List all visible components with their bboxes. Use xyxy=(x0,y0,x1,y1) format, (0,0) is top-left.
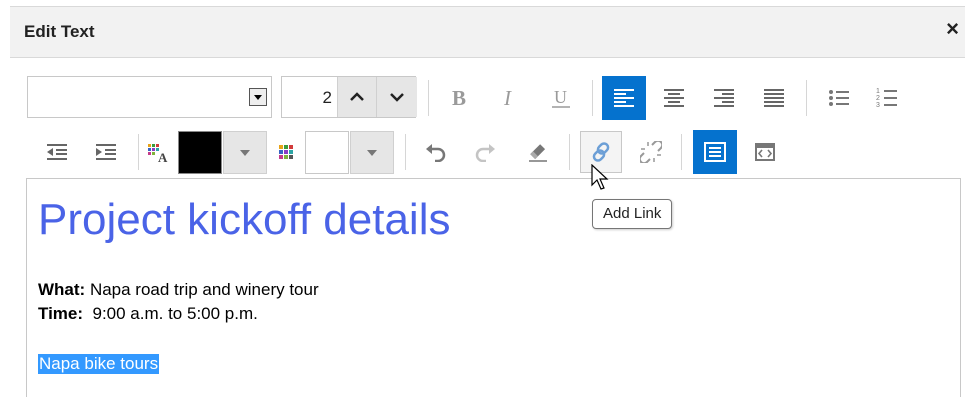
justify-button[interactable] xyxy=(753,77,795,119)
indent-icon xyxy=(96,144,116,160)
font-family-select[interactable] xyxy=(27,76,272,118)
dialog-titlebar: Edit Text × xyxy=(10,6,965,58)
dropdown-arrow-icon[interactable] xyxy=(249,88,267,106)
svg-text:3: 3 xyxy=(876,102,880,109)
numbered-list-button[interactable]: 123 xyxy=(866,77,908,119)
content-heading[interactable]: Project kickoff details xyxy=(38,195,450,245)
toolbar-divider xyxy=(405,134,406,170)
outdent-button[interactable] xyxy=(36,131,78,173)
font-color-dropdown[interactable] xyxy=(223,131,267,174)
svg-text:U: U xyxy=(554,87,567,107)
caret-down-icon xyxy=(367,150,377,156)
align-right-button[interactable] xyxy=(703,77,745,119)
bold-icon: B xyxy=(452,86,466,110)
redo-icon xyxy=(475,144,495,162)
link-icon xyxy=(592,142,610,162)
source-code-mode-button[interactable] xyxy=(744,131,786,173)
toolbar-divider xyxy=(806,80,807,116)
font-size-stepper[interactable]: 2 xyxy=(281,76,417,118)
font-color-swatch[interactable] xyxy=(178,131,222,174)
code-view-icon xyxy=(755,143,775,161)
underline-icon: U xyxy=(552,87,570,108)
undo-button[interactable] xyxy=(415,131,457,173)
unlink-icon xyxy=(640,141,662,163)
chevron-down-icon xyxy=(390,93,404,102)
eraser-icon xyxy=(529,144,547,162)
redo-button[interactable] xyxy=(464,131,506,173)
what-label: What: xyxy=(38,280,86,299)
toolbar-divider xyxy=(592,80,593,116)
svg-text:1: 1 xyxy=(876,88,880,95)
mouse-cursor-icon xyxy=(591,164,609,190)
bulleted-list-button[interactable] xyxy=(818,77,860,119)
clear-formatting-button[interactable] xyxy=(517,131,559,173)
indent-button[interactable] xyxy=(85,131,127,173)
font-color-icon: A xyxy=(148,144,168,163)
undo-icon xyxy=(426,144,446,162)
font-size-value[interactable]: 2 xyxy=(282,88,332,108)
toolbar-divider xyxy=(428,80,429,116)
align-left-icon xyxy=(614,89,634,107)
svg-text:2: 2 xyxy=(876,95,880,102)
rich-text-mode-button[interactable] xyxy=(693,130,737,174)
background-color-dropdown[interactable] xyxy=(350,131,394,174)
close-icon[interactable]: × xyxy=(946,18,959,40)
document-icon xyxy=(704,142,726,162)
italic-button[interactable]: I xyxy=(489,77,531,119)
outdent-icon xyxy=(47,144,67,160)
bulleted-list-icon xyxy=(829,90,849,106)
justify-icon xyxy=(764,89,784,107)
toolbar-divider xyxy=(138,134,139,170)
bold-button[interactable]: B xyxy=(439,77,481,119)
toolbar-divider xyxy=(681,134,682,170)
increase-size-button[interactable] xyxy=(337,77,376,117)
time-line[interactable]: Time: 9:00 a.m. to 5:00 p.m. xyxy=(38,304,258,324)
svg-text:A: A xyxy=(158,150,168,163)
numbered-list-icon: 123 xyxy=(876,88,897,109)
remove-link-button[interactable] xyxy=(630,131,672,173)
align-center-button[interactable] xyxy=(653,77,695,119)
underline-button[interactable]: U xyxy=(540,77,582,119)
time-label: Time: xyxy=(38,304,84,323)
time-value: 9:00 a.m. to 5:00 p.m. xyxy=(83,304,258,323)
background-color-swatch[interactable] xyxy=(305,131,349,174)
align-right-icon xyxy=(714,89,734,107)
decrease-size-button[interactable] xyxy=(376,77,417,117)
chevron-up-icon xyxy=(350,92,364,101)
caret-down-icon xyxy=(240,150,250,156)
svg-text:I: I xyxy=(503,86,512,110)
selected-link-text[interactable]: Napa bike tours xyxy=(38,354,160,374)
rich-text-editor[interactable]: Project kickoff details What: Napa road … xyxy=(26,178,961,397)
toolbar-divider xyxy=(569,134,570,170)
align-left-button[interactable] xyxy=(602,76,646,120)
italic-icon: I xyxy=(503,86,512,110)
what-line[interactable]: What: Napa road trip and winery tour xyxy=(38,280,319,300)
background-color-icon xyxy=(279,145,293,159)
align-center-icon xyxy=(664,89,684,107)
svg-text:B: B xyxy=(452,86,466,110)
dialog-title: Edit Text xyxy=(24,22,95,41)
font-color-icon-button[interactable]: A xyxy=(141,131,177,173)
add-link-tooltip: Add Link xyxy=(592,199,673,229)
what-value: Napa road trip and winery tour xyxy=(85,280,319,299)
background-color-icon-button[interactable] xyxy=(270,131,304,173)
